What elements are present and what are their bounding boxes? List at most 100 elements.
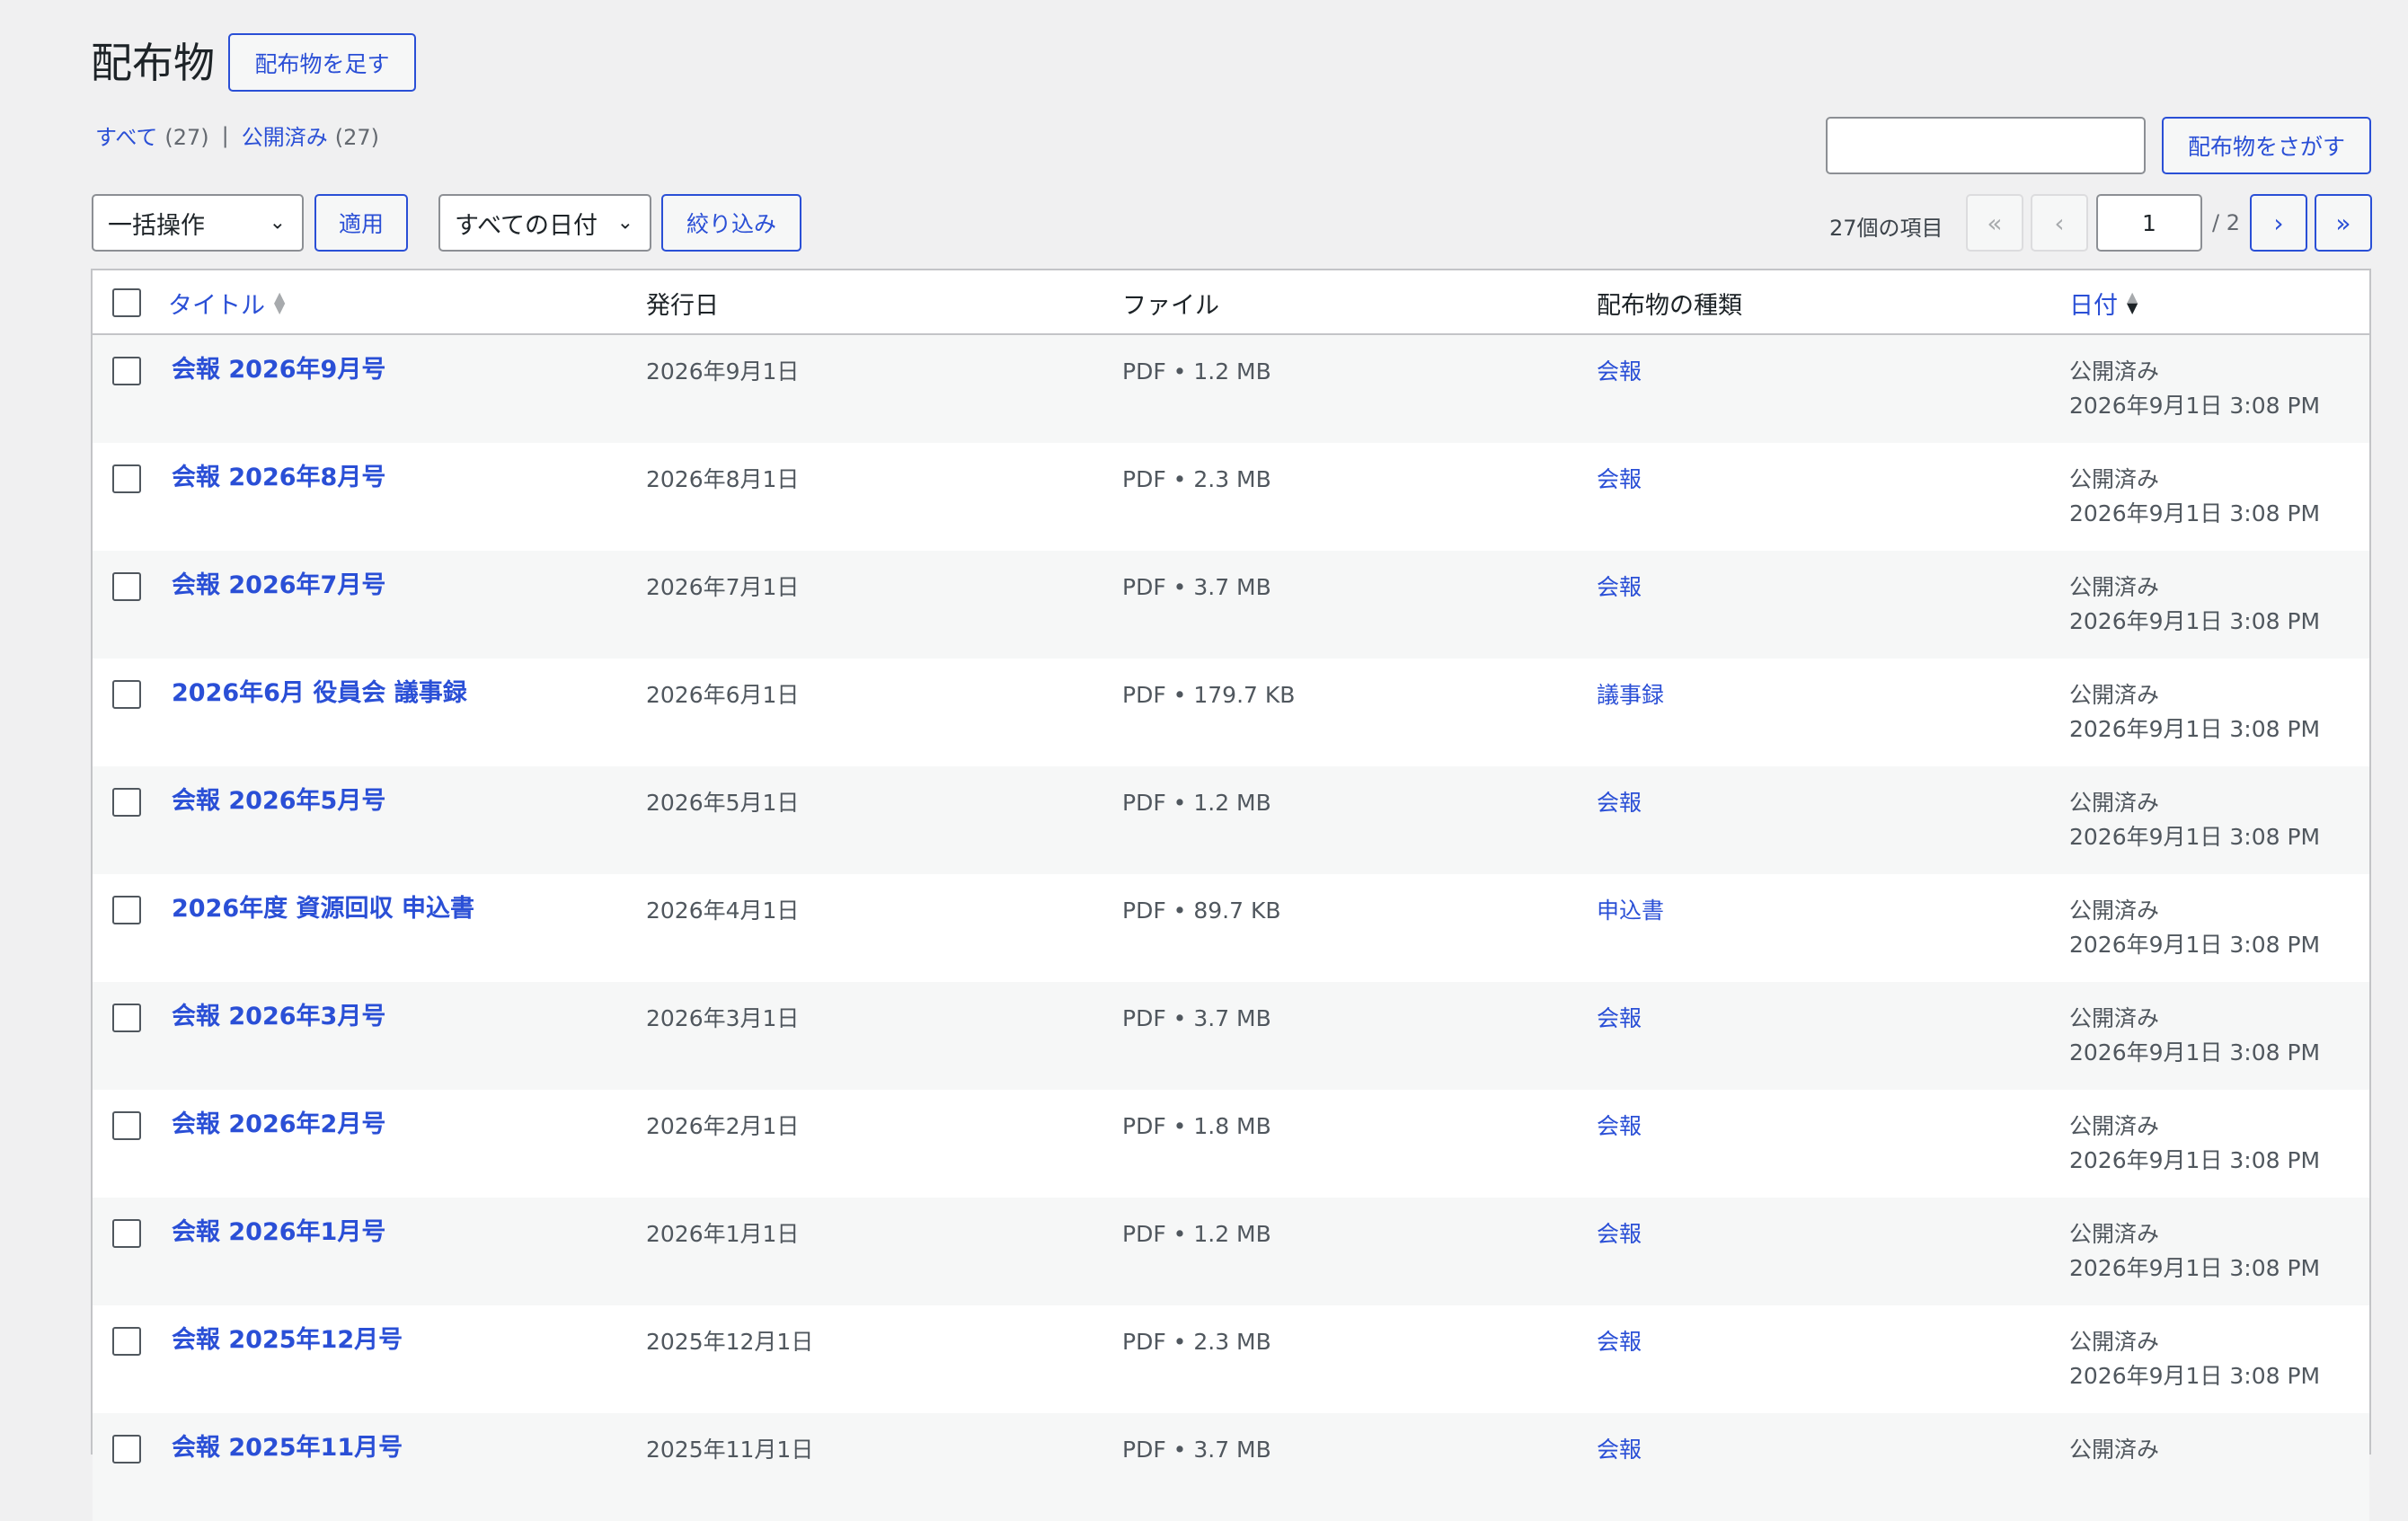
- row-title-link[interactable]: 会報 2026年8月号: [172, 461, 385, 495]
- column-file: ファイル: [1122, 291, 1219, 320]
- row-datetime: 2026年9月1日 3:08 PM: [2069, 1147, 2321, 1173]
- row-datetime: 2026年9月1日 3:08 PM: [2069, 1039, 2321, 1066]
- row-checkbox[interactable]: [112, 464, 141, 493]
- row-type-link[interactable]: 会報: [1597, 1217, 1642, 1251]
- bulk-action-value: 一括操作: [108, 211, 205, 240]
- view-published[interactable]: 公開済み (27): [242, 119, 379, 151]
- row-checkbox[interactable]: [112, 1111, 141, 1140]
- table-row: 会報 2025年12月号 2025年12月1日 PDF • 2.3 MB 会報 公開済み…: [93, 1305, 2369, 1413]
- column-date[interactable]: 日付 ▲ ▼: [2069, 270, 2138, 335]
- row-type-link[interactable]: 会報: [1597, 463, 1642, 497]
- sort-icon: ▲ ▼: [274, 288, 286, 316]
- filter-button[interactable]: 絞り込み: [661, 194, 801, 252]
- apply-button[interactable]: 適用: [314, 194, 408, 252]
- row-date: 公開済み: [2069, 1433, 2159, 1467]
- row-checkbox[interactable]: [112, 1219, 141, 1248]
- row-datetime: 2026年9月1日 3:08 PM: [2069, 393, 2321, 419]
- row-checkbox[interactable]: [112, 572, 141, 601]
- table-row: 会報 2026年1月号 2026年1月1日 PDF • 1.2 MB 会報 公開済み 20…: [93, 1198, 2369, 1305]
- current-page-input[interactable]: [2096, 194, 2202, 252]
- row-type-link[interactable]: 議事録: [1597, 678, 1664, 712]
- row-checkbox[interactable]: [112, 1327, 141, 1356]
- row-date: 公開済み 2026年9月1日 3:08 PM: [2069, 678, 2320, 747]
- table-header: タイトル ▲ ▼ 発行日 ファイル 配布物の種類 日付 ▲ ▼: [93, 270, 2369, 335]
- row-status: 公開済み: [2069, 682, 2160, 708]
- view-all-count: (27): [164, 125, 209, 150]
- row-datetime: 2026年9月1日 3:08 PM: [2069, 932, 2321, 958]
- row-date: 公開済み 2026年9月1日 3:08 PM: [2069, 463, 2320, 531]
- row-file-info: PDF • 1.2 MB: [1122, 358, 1271, 385]
- row-checkbox[interactable]: [112, 788, 141, 817]
- row-type-link[interactable]: 会報: [1597, 355, 1642, 389]
- row-status: 公開済み: [2069, 1113, 2160, 1139]
- row-title-link[interactable]: 2026年6月 役員会 議事録: [172, 676, 467, 711]
- date-filter-value: すべての日付: [455, 211, 598, 240]
- view-published-label[interactable]: 公開済み: [242, 125, 328, 150]
- row-type-link[interactable]: 会報: [1597, 1110, 1642, 1144]
- bulk-action-select[interactable]: 一括操作 ⌄: [92, 194, 304, 252]
- table-body: 会報 2026年9月号 2026年9月1日 PDF • 1.2 MB 会報 公開済み 20…: [93, 335, 2369, 1521]
- next-page-button[interactable]: ›: [2250, 194, 2307, 252]
- table-row: 会報 2026年7月号 2026年7月1日 PDF • 3.7 MB 会報 公開済み 20…: [93, 551, 2369, 659]
- table-row: 2026年6月 役員会 議事録 2026年6月1日 PDF • 179.7 KB 議事…: [93, 659, 2369, 766]
- search-button[interactable]: 配布物をさがす: [2162, 117, 2371, 174]
- column-type: 配布物の種類: [1597, 291, 1742, 320]
- row-title-link[interactable]: 会報 2026年1月号: [172, 1216, 385, 1250]
- page: 配布物 配布物を足す すべて (27) | 公開済み (27) 配布物をさがす 一括…: [0, 0, 2408, 1521]
- row-type-link[interactable]: 会報: [1597, 1002, 1642, 1036]
- total-pages: / 2: [2212, 210, 2240, 235]
- row-title-link[interactable]: 会報 2026年2月号: [172, 1108, 385, 1142]
- row-file-info: PDF • 1.2 MB: [1122, 1221, 1271, 1247]
- row-type-link[interactable]: 会報: [1597, 1433, 1642, 1467]
- column-date-label[interactable]: 日付: [2069, 286, 2118, 321]
- row-file-info: PDF • 2.3 MB: [1122, 466, 1271, 492]
- row-title-link[interactable]: 会報 2026年9月号: [172, 353, 385, 387]
- row-file-info: PDF • 179.7 KB: [1122, 682, 1296, 708]
- row-type-link[interactable]: 申込書: [1597, 894, 1664, 928]
- select-all-checkbox[interactable]: [112, 288, 141, 317]
- view-all-label[interactable]: すべて: [95, 125, 157, 150]
- last-page-button[interactable]: »: [2315, 194, 2372, 252]
- view-all[interactable]: すべて (27): [95, 119, 209, 151]
- status-views: すべて (27) | 公開済み (27): [95, 119, 379, 151]
- row-issue-date: 2026年8月1日: [646, 466, 800, 492]
- first-page-button: «: [1966, 194, 2023, 252]
- row-type-link[interactable]: 会報: [1597, 1325, 1642, 1359]
- date-filter-select[interactable]: すべての日付 ⌄: [438, 194, 651, 252]
- row-checkbox[interactable]: [112, 357, 141, 385]
- row-datetime: 2026年9月1日 3:08 PM: [2069, 1255, 2321, 1281]
- row-file-info: PDF • 3.7 MB: [1122, 1437, 1271, 1463]
- row-date: 公開済み 2026年9月1日 3:08 PM: [2069, 1110, 2320, 1178]
- table-row: 会報 2026年2月号 2026年2月1日 PDF • 1.8 MB 会報 公開済み 20…: [93, 1090, 2369, 1198]
- row-type-link[interactable]: 会報: [1597, 786, 1642, 820]
- row-issue-date: 2026年9月1日: [646, 358, 800, 385]
- row-title-link[interactable]: 会報 2026年5月号: [172, 784, 385, 818]
- row-checkbox[interactable]: [112, 896, 141, 924]
- row-file-info: PDF • 1.8 MB: [1122, 1113, 1271, 1139]
- row-file-info: PDF • 3.7 MB: [1122, 1005, 1271, 1031]
- row-file-info: PDF • 89.7 KB: [1122, 898, 1281, 924]
- row-issue-date: 2026年2月1日: [646, 1113, 800, 1139]
- row-issue-date: 2025年11月1日: [646, 1437, 814, 1463]
- row-type-link[interactable]: 会報: [1597, 570, 1642, 605]
- chevron-down-icon: ⌄: [269, 211, 286, 234]
- column-issue-date: 発行日: [646, 291, 719, 320]
- row-status: 公開済み: [2069, 1329, 2160, 1355]
- add-new-button[interactable]: 配布物を足す: [228, 33, 416, 92]
- table-row: 会報 2025年11月号 2025年11月1日 PDF • 3.7 MB 会報 公開済み: [93, 1413, 2369, 1521]
- row-title-link[interactable]: 会報 2026年3月号: [172, 1000, 385, 1034]
- row-title-link[interactable]: 会報 2026年7月号: [172, 569, 385, 603]
- row-checkbox[interactable]: [112, 1435, 141, 1464]
- row-date: 公開済み 2026年9月1日 3:08 PM: [2069, 570, 2320, 639]
- handouts-table: タイトル ▲ ▼ 発行日 ファイル 配布物の種類 日付 ▲ ▼ 会報 2026年9月…: [91, 269, 2371, 1521]
- row-title-link[interactable]: 2026年度 資源回収 申込書: [172, 892, 474, 926]
- items-count: 27個の項目: [1829, 216, 1943, 241]
- column-title-label[interactable]: タイトル: [168, 286, 265, 321]
- row-title-link[interactable]: 会報 2025年11月号: [172, 1431, 403, 1465]
- row-checkbox[interactable]: [112, 1004, 141, 1032]
- row-checkbox[interactable]: [112, 680, 141, 709]
- row-title-link[interactable]: 会報 2025年12月号: [172, 1323, 403, 1357]
- search-input[interactable]: [1826, 117, 2146, 174]
- column-title[interactable]: タイトル ▲ ▼: [168, 270, 285, 335]
- row-issue-date: 2026年7月1日: [646, 574, 800, 600]
